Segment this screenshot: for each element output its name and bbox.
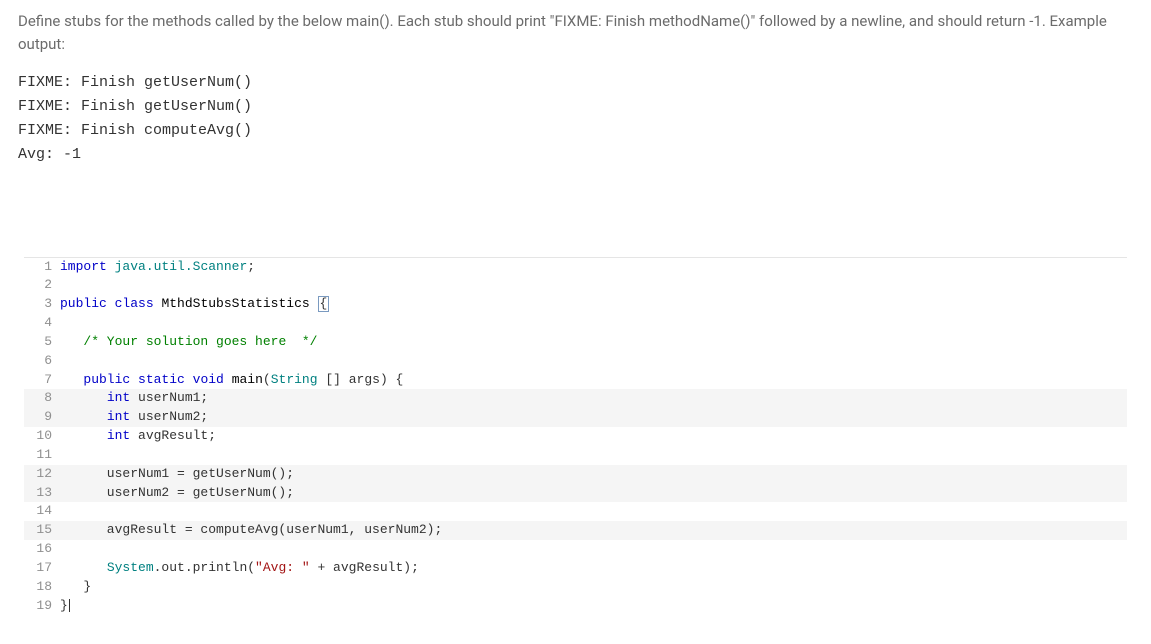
code-line[interactable]: 4 [24,314,1127,333]
code-line[interactable]: 17 System.out.println("Avg: " + avgResul… [24,559,1127,578]
token-id: MthdStubsStatistics [161,296,309,311]
line-number: 13 [24,484,60,503]
code-line[interactable]: 1import java.util.Scanner; [24,258,1127,277]
token-id: main [232,372,263,387]
line-number: 18 [24,578,60,597]
example-line: FIXME: Finish getUserNum() [18,71,1133,95]
token-type: int [107,428,130,443]
token-kw: static [138,372,185,387]
code-content[interactable]: /* Your solution goes here */ [60,333,1127,352]
code-line[interactable]: 11 [24,446,1127,465]
example-output-block: FIXME: Finish getUserNum() FIXME: Finish… [18,71,1133,167]
code-line[interactable]: 3public class MthdStubsStatistics { [24,295,1127,314]
example-line: FIXME: Finish getUserNum() [18,95,1133,119]
code-line[interactable]: 14 [24,502,1127,521]
cursor-highlight: { [318,296,330,312]
code-line[interactable]: 9 int userNum2; [24,408,1127,427]
line-number: 9 [24,408,60,427]
line-number: 10 [24,427,60,446]
token-pkg: String [271,372,318,387]
code-content[interactable]: int avgResult; [60,427,1127,446]
line-number: 1 [24,258,60,277]
line-number: 6 [24,352,60,371]
code-content[interactable] [60,502,1127,521]
code-content[interactable]: userNum2 = getUserNum(); [60,484,1127,503]
code-content[interactable] [60,446,1127,465]
line-number: 16 [24,540,60,559]
code-line[interactable]: 16 [24,540,1127,559]
code-editor[interactable]: 1import java.util.Scanner;2 3public clas… [24,257,1127,616]
cursor-icon [69,599,70,612]
code-content[interactable] [60,276,1127,295]
line-number: 11 [24,446,60,465]
token-com: /* Your solution goes here */ [83,334,317,349]
code-line[interactable]: 8 int userNum1; [24,389,1127,408]
line-number: 8 [24,389,60,408]
token-str: "Avg: " [255,560,310,575]
line-number: 7 [24,371,60,390]
line-number: 5 [24,333,60,352]
code-content[interactable]: userNum1 = getUserNum(); [60,465,1127,484]
code-content[interactable] [60,314,1127,333]
token-type: int [107,390,130,405]
code-line[interactable]: 13 userNum2 = getUserNum(); [24,484,1127,503]
code-content[interactable]: } [60,597,1127,616]
code-line[interactable]: 12 userNum1 = getUserNum(); [24,465,1127,484]
code-content[interactable]: int userNum2; [60,408,1127,427]
code-content[interactable]: avgResult = computeAvg(userNum1, userNum… [60,521,1127,540]
code-line[interactable]: 7 public static void main(String [] args… [24,371,1127,390]
line-number: 15 [24,521,60,540]
code-content[interactable]: import java.util.Scanner; [60,258,1127,277]
code-line[interactable]: 10 int avgResult; [24,427,1127,446]
line-number: 12 [24,465,60,484]
token-kw: public [83,372,130,387]
token-kw: class [115,296,154,311]
code-line[interactable]: 5 /* Your solution goes here */ [24,333,1127,352]
code-content[interactable]: System.out.println("Avg: " + avgResult); [60,559,1127,578]
token-type: void [193,372,224,387]
example-line: Avg: -1 [18,143,1133,167]
token-pkg: java.util.Scanner [115,259,248,274]
code-content[interactable]: public static void main(String [] args) … [60,371,1127,390]
code-line[interactable]: 2 [24,276,1127,295]
code-line[interactable]: 15 avgResult = computeAvg(userNum1, user… [24,521,1127,540]
example-line: FIXME: Finish computeAvg() [18,119,1133,143]
token-kw: import [60,259,107,274]
token-pkg: System [107,560,154,575]
code-line[interactable]: 18 } [24,578,1127,597]
code-line[interactable]: 19} [24,597,1127,616]
line-number: 19 [24,597,60,616]
problem-instructions: Define stubs for the methods called by t… [18,10,1133,57]
code-content[interactable]: public class MthdStubsStatistics { [60,295,1127,314]
code-content[interactable] [60,540,1127,559]
line-number: 14 [24,502,60,521]
code-content[interactable]: } [60,578,1127,597]
token-kw: public [60,296,107,311]
line-number: 2 [24,276,60,295]
code-content[interactable]: int userNum1; [60,389,1127,408]
line-number: 17 [24,559,60,578]
token-type: int [107,409,130,424]
code-content[interactable] [60,352,1127,371]
line-number: 4 [24,314,60,333]
line-number: 3 [24,295,60,314]
code-line[interactable]: 6 [24,352,1127,371]
